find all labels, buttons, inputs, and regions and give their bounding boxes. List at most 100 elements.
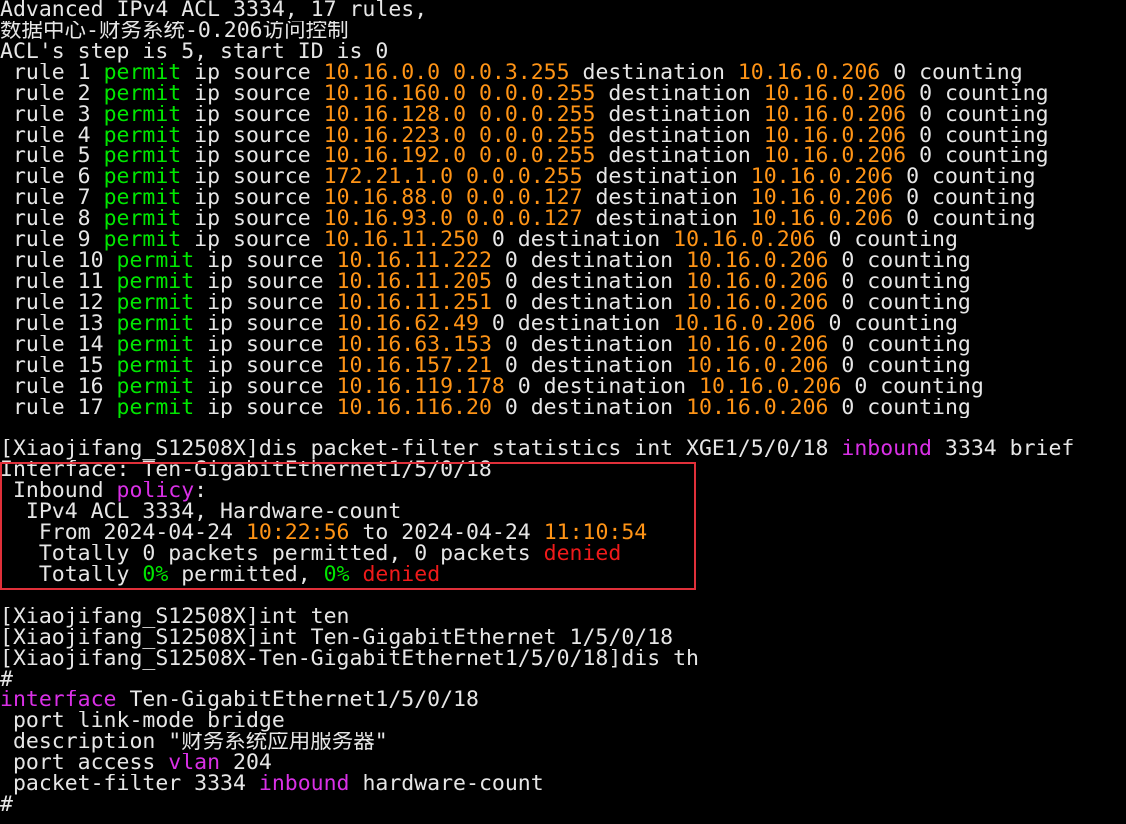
terminal-line: #: [0, 670, 1126, 691]
terminal-text-segment: 0 counting: [815, 313, 958, 335]
terminal-text-segment: permit: [116, 334, 195, 356]
terminal-text-segment: 10.16.0.206: [763, 125, 907, 147]
terminal-text-segment: 10.16.0.0 0.0.3.255: [323, 62, 570, 84]
terminal-text-segment: permit: [103, 167, 182, 189]
terminal-text-segment: 10.16.0.206: [686, 334, 829, 356]
terminal-line: rule 9 permit ip source 10.16.11.250 0 d…: [0, 230, 1126, 251]
terminal-text-segment: permit: [116, 292, 195, 314]
terminal-text-segment: Inbound: [0, 481, 117, 503]
terminal-text-segment: ip source: [194, 397, 337, 419]
terminal-line: rule 15 permit ip source 10.16.157.21 0 …: [0, 356, 1126, 377]
terminal-line: [Xiaojifang_S12508X-Ten-GigabitEthernet1…: [0, 649, 1126, 670]
terminal-text-segment: [Xiaojifang_S12508X-Ten-GigabitEthernet1…: [0, 648, 699, 670]
terminal-text-segment: destination: [582, 167, 751, 189]
terminal-text-segment: 10.16.0.206: [699, 376, 842, 398]
terminal-text-segment: vlan: [168, 753, 221, 775]
terminal-text-segment: ACL's step is 5, start ID is 0: [0, 41, 389, 63]
terminal-text-segment: ip source: [194, 376, 337, 398]
terminal-text-segment: ip source: [181, 125, 324, 147]
terminal-text-segment: 10.16.63.153: [336, 334, 492, 356]
terminal-text-segment: inbound: [841, 439, 932, 461]
terminal-text-segment: permit: [103, 230, 182, 252]
terminal-line: packet-filter 3334 inbound hardware-coun…: [0, 774, 1126, 795]
terminal-text-segment: rule 14: [0, 334, 117, 356]
terminal-line: Totally 0 packets permitted, 0 packets d…: [0, 544, 1126, 565]
terminal-text-segment: 10.16.192.0 0.0.0.255: [323, 146, 596, 168]
terminal-line: [Xiaojifang_S12508X]int Ten-GigabitEther…: [0, 628, 1126, 649]
terminal-text-segment: Totally: [0, 564, 143, 586]
terminal-text-segment: rule 11: [0, 271, 117, 293]
terminal-text-segment: 11:10:54: [543, 523, 648, 544]
terminal-text-segment: permit: [116, 251, 195, 272]
terminal-line: [Xiaojifang_S12508X]int ten: [0, 607, 1126, 628]
terminal-text-segment: ip source: [194, 292, 337, 314]
terminal-text-segment: permitted,: [168, 564, 324, 586]
terminal-text-segment: permit: [103, 188, 182, 210]
terminal-text-segment: 10.16.0.206: [686, 292, 829, 314]
terminal-text-segment: destination: [595, 125, 764, 147]
terminal-text-segment: [Xiaojifang_S12508X]int ten: [0, 606, 350, 628]
terminal-text-segment: 10.16.0.206: [763, 83, 907, 105]
terminal-text-segment: 0 counting: [906, 83, 1049, 105]
terminal-line: interface Ten-GigabitEthernet1/5/0/18: [0, 690, 1126, 711]
terminal-text-segment: 0%: [323, 564, 350, 586]
terminal-line: rule 7 permit ip source 10.16.88.0 0.0.0…: [0, 188, 1126, 209]
terminal-text-segment: 10.16.223.0 0.0.0.255: [323, 125, 596, 147]
terminal-text-segment: #: [0, 795, 13, 816]
terminal-line: rule 16 permit ip source 10.16.119.178 0…: [0, 377, 1126, 398]
terminal-text-segment: permit: [103, 83, 182, 105]
terminal-line: [Xiaojifang_S12508X]dis packet-filter st…: [0, 439, 1126, 460]
terminal-text-segment: rule 6: [0, 167, 104, 189]
terminal-text-segment: 0 destination: [478, 230, 674, 252]
terminal-line: port access vlan 204: [0, 753, 1126, 774]
terminal-line: rule 2 permit ip source 10.16.160.0 0.0.…: [0, 84, 1126, 105]
terminal-text-segment: permit: [103, 209, 182, 231]
terminal-line: IPv4 ACL 3334, Hardware-count: [0, 502, 1126, 523]
terminal-text-segment: ip source: [181, 83, 324, 105]
terminal-text-segment: rule 17: [0, 397, 117, 419]
terminal-text-segment: ip source: [181, 62, 324, 84]
terminal-line: description "财务系统应用服务器": [0, 732, 1126, 753]
terminal-text-segment: 10.16.0.206: [686, 251, 829, 272]
terminal-text-segment: 0 counting: [893, 167, 1036, 189]
terminal-text-segment: 0 counting: [906, 125, 1049, 147]
terminal-text-segment: description "财务系统应用服务器": [0, 732, 388, 754]
terminal-text-segment: :: [194, 481, 208, 503]
terminal-text-segment: rule 5: [0, 146, 104, 168]
terminal-text-segment: inbound: [258, 774, 350, 796]
terminal-text-segment: permit: [103, 62, 182, 84]
terminal-text-segment: 10.16.0.206: [686, 397, 829, 419]
terminal-text-segment: 0 counting: [841, 376, 984, 398]
terminal-text-segment: Ten-GigabitEthernet1/5/0/18: [116, 690, 479, 712]
terminal-text-segment: rule 3: [0, 104, 104, 126]
terminal-line: Totally 0% permitted, 0% denied: [0, 565, 1126, 586]
terminal-text-segment: rule 2: [0, 83, 104, 105]
terminal-text-segment: 0 destination: [478, 313, 674, 335]
terminal-text-segment: rule 1: [0, 62, 104, 84]
terminal-line: rule 13 permit ip source 10.16.62.49 0 d…: [0, 314, 1126, 335]
terminal-text-segment: 0 destination: [491, 334, 687, 356]
terminal-line: rule 14 permit ip source 10.16.63.153 0 …: [0, 335, 1126, 356]
terminal-text-segment: 204: [220, 753, 272, 775]
terminal-text-segment: 10.16.11.222: [336, 251, 492, 272]
terminal-text-segment: destination: [595, 104, 764, 126]
terminal-text-segment: rule 15: [0, 355, 117, 377]
terminal-text-segment: 10.16.119.178: [336, 376, 505, 398]
terminal-text-segment: ip source: [194, 355, 337, 377]
terminal-text-segment: 10.16.11.205: [336, 271, 492, 293]
terminal-text-segment: permit: [116, 397, 195, 419]
terminal-text-segment: permit: [116, 271, 195, 293]
terminal-text-segment: policy: [116, 481, 195, 503]
terminal-text-segment: 10.16.62.49: [336, 313, 479, 335]
terminal-text-segment: rule 13: [0, 313, 117, 335]
terminal-text-segment: Interface: Ten-GigabitEthernet1/5/0/18: [0, 460, 492, 482]
terminal-line: Advanced IPv4 ACL 3334, 17 rules,: [0, 0, 1126, 21]
terminal-text-segment: interface: [0, 690, 117, 712]
terminal-text-segment: permit: [116, 355, 195, 377]
terminal-line: rule 4 permit ip source 10.16.223.0 0.0.…: [0, 126, 1126, 147]
terminal-text-segment: destination: [569, 62, 738, 84]
terminal-text-segment: rule 8: [0, 209, 104, 231]
terminal-text-segment: 10.16.116.20: [336, 397, 492, 419]
